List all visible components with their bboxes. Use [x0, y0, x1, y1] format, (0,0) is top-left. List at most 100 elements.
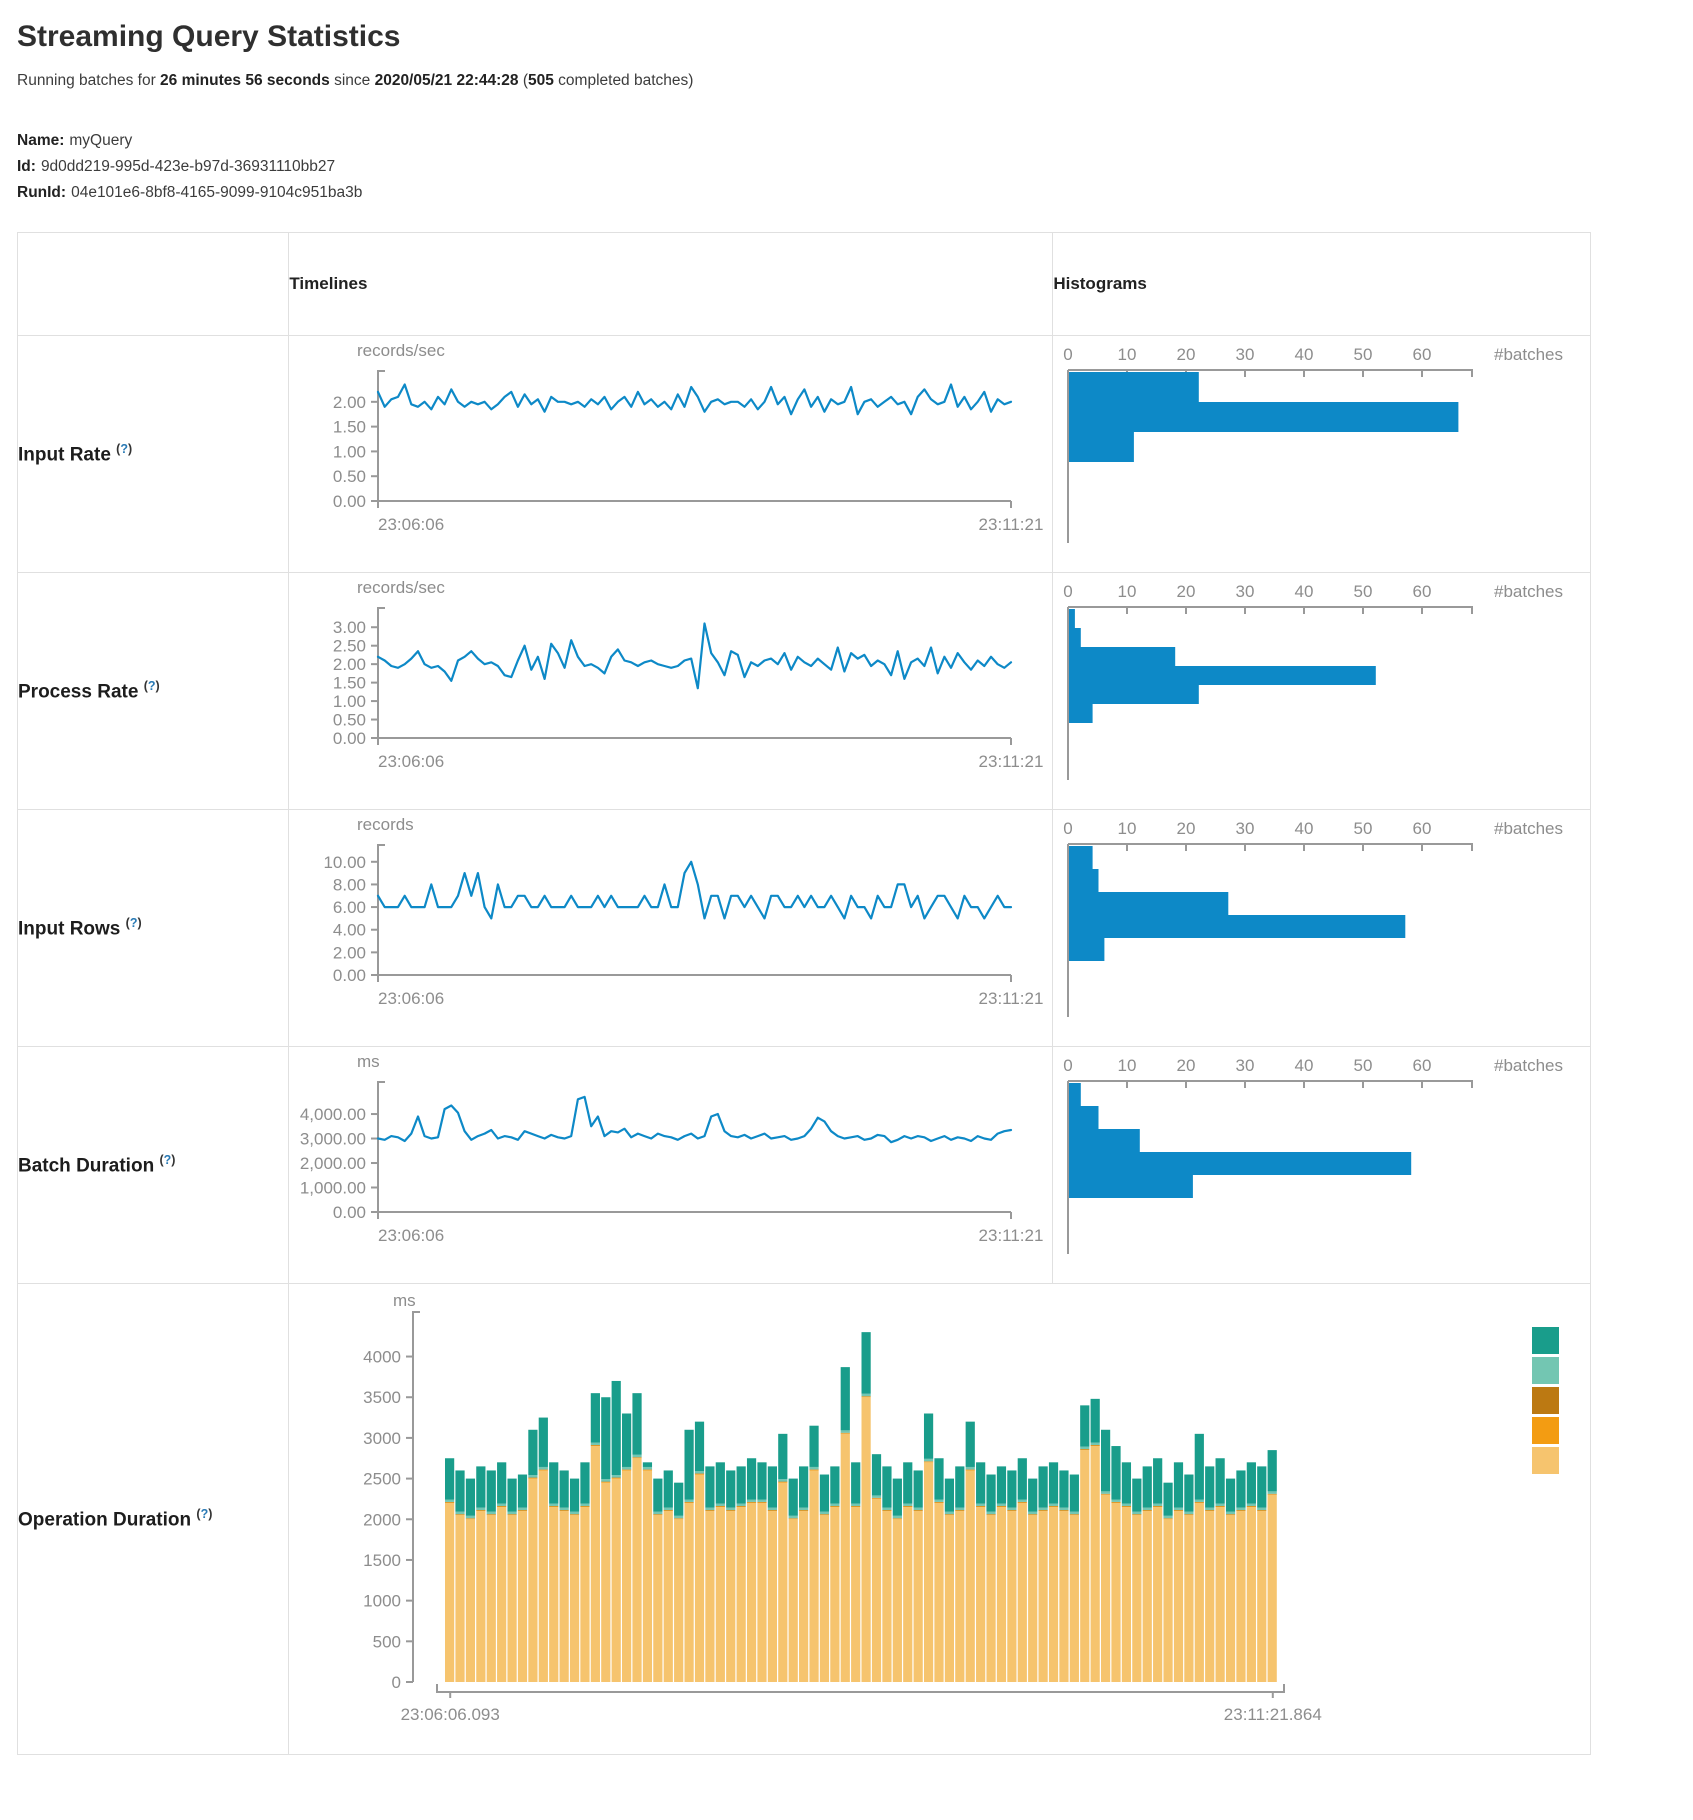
id-label: Id:	[17, 158, 36, 175]
stack-segment-stack-bottom-tan	[1039, 1511, 1048, 1682]
completed-batches-count: 505	[528, 72, 554, 89]
stack-segment-stack-orange	[726, 1510, 735, 1511]
stack-segment-stack-light-teal	[883, 1508, 892, 1510]
x-tick-label: 0	[1064, 345, 1073, 364]
stack-segment-stack-orange	[1237, 1510, 1246, 1511]
input-rows-help-icon[interactable]: (?)	[126, 916, 142, 930]
stack-segment-stack-orange	[581, 1506, 590, 1507]
stack-segment-stack-orange	[789, 1519, 798, 1520]
stack-segment-stack-top-teal	[1268, 1450, 1277, 1491]
stack-segment-stack-light-teal	[862, 1394, 871, 1396]
y-tick-label: 3.00	[333, 618, 366, 637]
stack-segment-stack-bottom-tan	[633, 1458, 642, 1682]
histogram-bar	[1069, 892, 1228, 915]
stack-segment-stack-light-teal	[591, 1443, 600, 1445]
stack-segment-stack-bottom-tan	[945, 1515, 954, 1682]
stack-segment-stack-light-teal	[716, 1504, 725, 1506]
batch-duration-help-icon[interactable]: (?)	[159, 1153, 175, 1167]
stack-segment-stack-bottom-tan	[654, 1515, 663, 1682]
stack-segment-stack-top-teal	[518, 1475, 527, 1508]
stack-segment-stack-light-teal	[841, 1430, 850, 1432]
stack-segment-stack-top-teal	[674, 1483, 683, 1516]
stack-segment-stack-top-teal	[602, 1397, 611, 1479]
x-end-label: 23:11:21	[979, 1226, 1044, 1245]
stack-segment-stack-bottom-tan	[1122, 1507, 1131, 1682]
stack-segment-stack-bottom-tan	[664, 1511, 673, 1682]
batches-axis-label: #batches	[1494, 345, 1563, 364]
stack-segment-stack-top-teal	[612, 1381, 621, 1475]
stack-segment-stack-bottom-tan	[737, 1507, 746, 1682]
stack-segment-stack-orange	[945, 1515, 954, 1516]
stack-segment-stack-top-teal	[633, 1393, 642, 1455]
stack-segment-stack-light-teal	[674, 1516, 683, 1518]
stack-segment-stack-top-teal	[1049, 1462, 1058, 1503]
stack-segment-stack-light-teal	[1091, 1443, 1100, 1445]
stack-segment-stack-orange	[643, 1470, 652, 1471]
stack-segment-stack-top-teal	[758, 1462, 767, 1499]
x-tick-label: 10	[1118, 1056, 1137, 1075]
stack-segment-stack-orange	[1070, 1515, 1079, 1516]
stack-segment-stack-light-teal	[820, 1512, 829, 1514]
stack-segment-stack-orange	[560, 1510, 569, 1511]
stack-segment-stack-light-teal	[581, 1504, 590, 1506]
stack-segment-stack-light-teal	[445, 1500, 454, 1502]
stack-segment-stack-orange	[1028, 1515, 1037, 1516]
stack-segment-stack-orange	[1143, 1510, 1152, 1511]
x-tick-label: 30	[1236, 582, 1255, 601]
input-rows-timeline-cell: records0.002.004.006.008.0010.0023:06:06…	[289, 810, 1053, 1047]
stack-segment-stack-light-teal	[956, 1508, 965, 1510]
stack-segment-stack-orange	[1226, 1515, 1235, 1516]
stack-segment-stack-light-teal	[664, 1508, 673, 1510]
stack-segment-stack-bottom-tan	[1143, 1511, 1152, 1682]
stack-segment-stack-orange	[820, 1515, 829, 1516]
stack-segment-stack-bottom-tan	[570, 1515, 579, 1682]
stack-segment-stack-top-teal	[529, 1430, 538, 1475]
stack-segment-stack-bottom-tan	[789, 1519, 798, 1682]
stack-segment-stack-orange	[706, 1510, 715, 1511]
stack-segment-stack-light-teal	[997, 1504, 1006, 1506]
input-rows-histogram: 0102030405060#batches	[1053, 810, 1588, 1046]
y-tick-label: 0	[392, 1673, 401, 1692]
stack-segment-stack-orange	[1049, 1506, 1058, 1507]
y-tick-label: 1.50	[333, 418, 366, 437]
stack-segment-stack-top-teal	[456, 1470, 465, 1511]
stack-segment-stack-top-teal	[685, 1430, 694, 1500]
metric-label-text: Batch Duration	[18, 1155, 154, 1176]
stack-segment-stack-bottom-tan	[1268, 1495, 1277, 1682]
stack-segment-stack-top-teal	[1112, 1446, 1121, 1499]
stack-segment-stack-orange	[602, 1482, 611, 1483]
input-rate-histogram: 0102030405060#batches	[1053, 336, 1588, 572]
stack-segment-stack-orange	[456, 1515, 465, 1516]
stack-segment-stack-bottom-tan	[497, 1507, 506, 1682]
stack-segment-stack-bottom-tan	[799, 1511, 808, 1682]
stack-segment-stack-light-teal	[1133, 1512, 1142, 1514]
input-rate-histogram-cell: 0102030405060#batches	[1053, 336, 1591, 573]
stack-segment-stack-top-teal	[1226, 1479, 1235, 1512]
stack-segment-stack-top-teal	[768, 1466, 777, 1507]
stack-segment-stack-bottom-tan	[1060, 1511, 1069, 1682]
process-rate-help-icon[interactable]: (?)	[144, 679, 160, 693]
running-batches-summary: Running batches for 26 minutes 56 second…	[17, 72, 1683, 90]
y-unit-label: records/sec	[357, 341, 445, 360]
stack-segment-stack-orange	[539, 1470, 548, 1471]
stack-segment-stack-bottom-tan	[779, 1483, 788, 1682]
stack-segment-stack-orange	[987, 1515, 996, 1516]
stack-segment-stack-top-teal	[976, 1462, 985, 1503]
stack-segment-stack-top-teal	[841, 1367, 850, 1430]
stack-segment-stack-light-teal	[1122, 1504, 1131, 1506]
stack-segment-stack-top-teal	[924, 1414, 933, 1459]
stack-segment-stack-top-teal	[549, 1462, 558, 1503]
stack-segment-stack-orange	[799, 1510, 808, 1511]
stack-segment-stack-light-teal	[945, 1512, 954, 1514]
stack-segment-stack-top-teal	[966, 1422, 975, 1467]
stack-segment-stack-light-teal	[1164, 1516, 1173, 1518]
stack-segment-stack-top-teal	[945, 1479, 954, 1512]
stack-segment-stack-light-teal	[685, 1500, 694, 1502]
stack-segment-stack-top-teal	[987, 1475, 996, 1512]
stack-segment-stack-orange	[654, 1515, 663, 1516]
input-rate-help-icon[interactable]: (?)	[116, 442, 132, 456]
y-tick-label: 0.50	[333, 711, 366, 730]
input-rate-timeline-cell: records/sec0.000.501.001.502.0023:06:062…	[289, 336, 1053, 573]
operation-duration-help-icon[interactable]: (?)	[196, 1507, 212, 1521]
batch-duration-timeline-cell: ms0.001,000.002,000.003,000.004,000.0023…	[289, 1047, 1053, 1284]
